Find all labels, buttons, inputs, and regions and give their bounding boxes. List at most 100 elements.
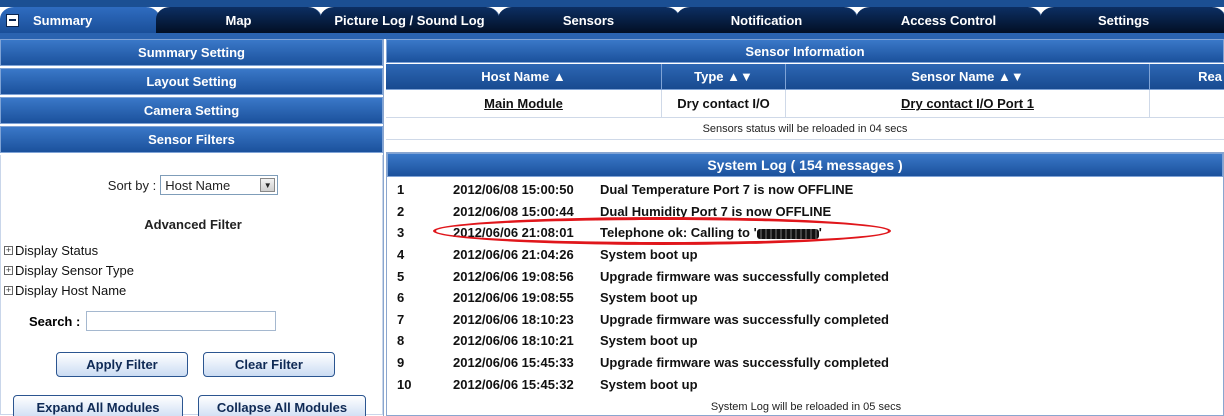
system-log-list: 1 2012/06/08 15:00:50 Dual Temperature Por… (387, 177, 1223, 395)
camera-setting-header[interactable]: Camera Setting (0, 97, 383, 124)
log-time: 2012/06/06 15:45:32 (453, 376, 574, 392)
log-number: 6 (397, 290, 405, 306)
summary-setting-header[interactable]: Summary Setting (0, 39, 383, 66)
type-cell: Dry contact I/O (662, 90, 786, 117)
tree-item-display-status[interactable]: + Display Status (4, 240, 134, 260)
tab-picture-log[interactable]: Picture Log / Sound Log (320, 7, 500, 33)
system-log-header: System Log ( 154 messages ) (387, 153, 1223, 177)
log-number: 9 (397, 355, 405, 371)
log-number: 2 (397, 203, 405, 219)
tab-label: Notification (730, 12, 803, 28)
tree-item-display-host-name[interactable]: + Display Host Name (4, 280, 134, 300)
log-message: Upgrade firmware was successfully comple… (600, 355, 889, 371)
search-label: Search : (29, 313, 81, 329)
tab-label: Access Control (900, 12, 997, 28)
log-message: Upgrade firmware was successfully comple… (600, 311, 889, 327)
list-item: 2 2012/06/08 15:00:44 Dual Humidity Port 7… (387, 201, 1223, 223)
col-type[interactable]: Type ▲▼ (662, 64, 786, 89)
tab-access-control[interactable]: Access Control (856, 7, 1042, 33)
log-message: Telephone ok: Calling to ' (600, 225, 757, 241)
tab-summary[interactable]: Summary (0, 7, 160, 33)
apply-filter-button[interactable]: Apply Filter (56, 352, 188, 377)
dropdown-arrow-icon[interactable]: ▼ (260, 178, 276, 192)
list-item: 7 2012/06/06 18:10:23 Upgrade firmware was… (387, 309, 1223, 331)
sensor-filters-body: Sort by : Host Name ▼ Advanced Filter + D… (0, 155, 383, 416)
host-link[interactable]: Main Module (386, 90, 662, 117)
sort-select[interactable]: Host Name ▼ (160, 175, 279, 195)
sensor-table: Host Name ▲ Type ▲▼ Sensor Name ▲▼ Rea M… (386, 64, 1224, 140)
sensor-filters-header[interactable]: Sensor Filters (0, 126, 383, 153)
log-message-end: ' (818, 225, 822, 241)
col-sensor-name[interactable]: Sensor Name ▲▼ (786, 64, 1150, 89)
tab-label: Summary (33, 12, 93, 28)
log-message: System boot up (600, 333, 698, 349)
log-number: 8 (397, 333, 405, 349)
sort-label: Sort by : (107, 177, 157, 193)
log-number: 1 (397, 182, 405, 198)
top-strip (0, 0, 1224, 7)
col-reading[interactable]: Rea (1150, 64, 1224, 89)
collapse-all-modules-button[interactable]: Collapse All Modules (198, 395, 366, 416)
expand-all-modules-button[interactable]: Expand All Modules (13, 395, 183, 416)
log-number: 3 (397, 225, 405, 241)
tab-notification[interactable]: Notification (676, 7, 858, 33)
sensor-information-header: Sensor Information (386, 39, 1224, 63)
log-time: 2012/06/08 15:00:44 (453, 203, 574, 219)
log-number: 7 (397, 311, 405, 327)
expand-plus-icon[interactable]: + (4, 285, 13, 295)
system-log-reload-note: System Log will be reloaded in 05 secs (710, 401, 902, 413)
log-time: 2012/06/06 15:45:33 (453, 355, 574, 371)
clear-filter-button[interactable]: Clear Filter (203, 352, 335, 377)
list-item: 5 2012/06/06 19:08:56 Upgrade firmware was… (387, 265, 1223, 287)
log-number: 10 (397, 376, 412, 392)
log-time: 2012/06/06 19:08:55 (453, 290, 574, 306)
search-input[interactable] (86, 311, 277, 331)
expand-plus-icon[interactable]: + (4, 245, 13, 255)
collapse-icon[interactable] (6, 13, 19, 27)
log-message: System boot up (600, 376, 698, 392)
log-time: 2012/06/06 18:10:21 (453, 333, 574, 349)
tree-item-display-sensor-type[interactable]: + Display Sensor Type (4, 260, 134, 280)
log-time: 2012/06/06 21:08:01 (453, 225, 574, 241)
sensor-link[interactable]: Dry contact I/O Port 1 (786, 90, 1150, 117)
log-time: 2012/06/06 18:10:23 (453, 311, 574, 327)
log-number: 5 (397, 268, 405, 284)
log-number: 4 (397, 247, 405, 263)
log-time: 2012/06/08 15:00:50 (453, 182, 574, 198)
tab-map[interactable]: Map (156, 7, 322, 33)
log-message: System boot up (600, 290, 698, 306)
log-message: Dual Humidity Port 7 is now OFFLINE (600, 203, 832, 219)
list-item: 1 2012/06/08 15:00:50 Dual Temperature Por… (387, 179, 1223, 201)
list-item: 6 2012/06/06 19:08:55 System boot up (387, 287, 1223, 309)
sensor-reload-note: Sensors status will be reloaded in 04 se… (386, 118, 1224, 140)
search-row: Search : (29, 311, 277, 331)
col-host-name[interactable]: Host Name ▲ (386, 64, 662, 89)
layout-setting-header[interactable]: Layout Setting (0, 68, 383, 95)
reading-cell (1150, 90, 1224, 117)
list-item: 8 2012/06/06 18:10:21 System boot up (387, 330, 1223, 352)
advanced-filter-title: Advanced Filter (144, 217, 242, 232)
log-message: Dual Temperature Port 7 is now OFFLINE (600, 182, 854, 198)
log-message-wrap: Telephone ok: Calling to ' ' (597, 225, 822, 240)
log-time: 2012/06/06 19:08:56 (453, 268, 574, 284)
tab-sensors[interactable]: Sensors (498, 7, 680, 33)
list-item: 3 2012/06/06 21:08:01 Telephone ok: Callin… (387, 222, 1223, 244)
expand-plus-icon[interactable]: + (4, 265, 13, 275)
tab-settings[interactable]: Settings (1040, 7, 1224, 33)
main-tab-bar: Summary Map Picture Log / Sound Log Sens… (0, 0, 1224, 34)
system-log-panel: System Log ( 154 messages ) 1 2012/06/08 … (386, 152, 1224, 416)
list-item: 9 2012/06/06 15:45:33 Upgrade firmware was… (387, 352, 1223, 374)
filter-tree: + Display Status + Display Sensor Type + Di… (4, 240, 134, 300)
sort-value: Host Name (165, 177, 231, 193)
tab-label: Sensors (562, 12, 615, 28)
log-message: System boot up (600, 247, 698, 263)
tree-item-label: Display Sensor Type (15, 262, 134, 278)
tree-item-label: Display Host Name (15, 282, 127, 298)
log-message: Upgrade firmware was successfully comple… (600, 268, 889, 284)
tab-label: Map (225, 12, 252, 28)
tab-label: Picture Log / Sound Log (334, 12, 485, 28)
log-time: 2012/06/06 21:04:26 (453, 247, 574, 263)
sensor-table-header: Host Name ▲ Type ▲▼ Sensor Name ▲▼ Rea (386, 64, 1224, 90)
table-row: Main Module Dry contact I/O Dry contact … (386, 90, 1224, 118)
tree-item-label: Display Status (15, 242, 99, 258)
